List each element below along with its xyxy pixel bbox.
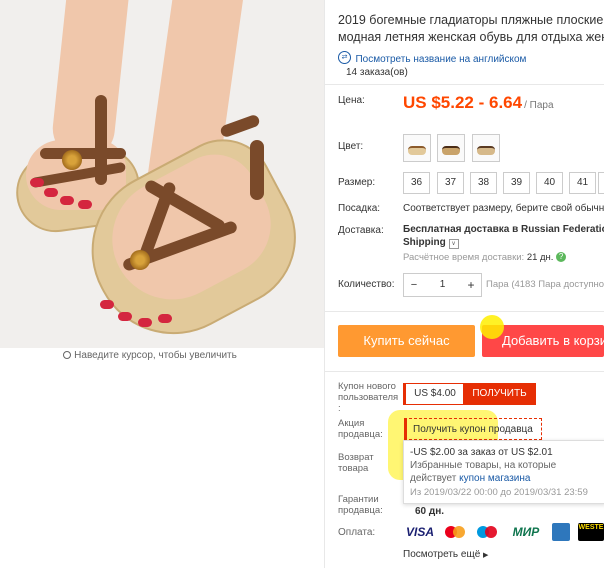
- size-option[interactable]: 37: [437, 172, 464, 194]
- coupon-scope-line: действует купон магазина: [410, 473, 530, 484]
- fit-value: Соответствует размеру, берите свой обычн…: [403, 203, 604, 214]
- delivery-time-label: Расчётное время доставки:: [403, 252, 525, 263]
- coupon-scope-text: действует: [410, 473, 460, 484]
- quantity-available: Пара (4183 Пара доступно): [486, 279, 604, 290]
- left-strap-1: [40, 148, 126, 159]
- western-union-icon: WESTE: [578, 523, 604, 541]
- quantity-stepper[interactable]: − 1 +: [403, 273, 482, 297]
- color-option-dark-brown[interactable]: [472, 134, 500, 162]
- price-label: Цена:: [338, 95, 365, 106]
- toe: [118, 312, 132, 321]
- seller-coupon-popup: -US $2.00 за заказ от US $2.01 Избранные…: [403, 440, 604, 504]
- toe: [78, 200, 92, 209]
- delivery-method[interactable]: Shipping ∨: [403, 237, 459, 249]
- toe: [60, 196, 74, 205]
- product-title-line: модная летняя женская обувь для отдыха ж…: [338, 30, 604, 44]
- column-divider: [324, 0, 325, 568]
- help-icon[interactable]: ?: [556, 252, 567, 263]
- toe: [138, 318, 152, 327]
- get-coupon-button[interactable]: ПОЛУЧИТЬ: [463, 383, 536, 405]
- dropdown-label: Получить купон продавца: [413, 424, 533, 435]
- label-line: пользователя: [338, 392, 399, 403]
- product-title-line: 2019 богемные гладиаторы пляжные плоские…: [338, 13, 604, 27]
- size-option[interactable]: 39: [503, 172, 530, 194]
- maestro-icon: [474, 523, 502, 541]
- guarantee-label: Гарантии продавца:: [338, 494, 383, 516]
- price-range: US $5.22 - 6.64/ Пара: [403, 93, 554, 113]
- size-option[interactable]: 41: [569, 172, 596, 194]
- price-unit: / Пара: [524, 100, 554, 111]
- label-line: :: [338, 403, 341, 414]
- seller-promo-label: Акция продавца:: [338, 418, 383, 440]
- product-image[interactable]: [0, 0, 324, 348]
- see-more-payment-link[interactable]: Посмотреть ещё ▶: [403, 549, 488, 560]
- toe: [44, 188, 58, 197]
- new-user-coupon-label: Купон нового пользователя :: [338, 381, 398, 414]
- chevron-down-icon[interactable]: ∨: [448, 239, 459, 249]
- shipping-method-text: Shipping: [403, 237, 446, 248]
- mastercard-icon: [442, 523, 470, 541]
- caret-right-icon: ▶: [483, 552, 489, 559]
- label-line: Возврат: [338, 452, 374, 463]
- label-line: продавца:: [338, 429, 383, 440]
- translate-title-link[interactable]: ⇄ Посмотреть название на английском: [338, 49, 526, 67]
- label-line: Гарантии: [338, 494, 379, 505]
- label-line: товара: [338, 463, 369, 474]
- coupon-condition: -US $2.00 за заказ от US $2.01: [410, 447, 553, 458]
- toe: [100, 300, 114, 309]
- left-strap-3: [95, 95, 107, 185]
- store-coupon-link[interactable]: купон магазина: [459, 473, 530, 484]
- size-option[interactable]: 40: [536, 172, 563, 194]
- label-line: Купон нового: [338, 381, 396, 392]
- size-label: Размер:: [338, 177, 376, 188]
- fit-label: Посадка:: [338, 203, 381, 214]
- new-user-coupon-value: US $4.00: [403, 383, 465, 405]
- color-option-brown[interactable]: [437, 134, 465, 162]
- translate-link-text[interactable]: Посмотреть название на английском: [355, 54, 526, 65]
- delivery-info: Бесплатная доставка в Russian Federation…: [403, 224, 604, 235]
- mir-icon: МИР: [512, 525, 540, 539]
- coupon-scope: Избранные товары, на которые: [410, 460, 557, 471]
- right-heel-strap: [250, 140, 264, 200]
- left-flower-ornament: [62, 150, 82, 170]
- delivery-time: Расчётное время доставки: 21 дн. ?: [403, 252, 567, 263]
- size-option[interactable]: [598, 172, 604, 194]
- zoom-hint: Наведите курсор, чтобы увеличить: [0, 350, 300, 361]
- quantity-label: Количество:: [338, 279, 395, 290]
- right-flower-ornament: [130, 250, 150, 270]
- quantity-input[interactable]: 1: [424, 274, 461, 296]
- coupon-validity: Из 2019/03/22 00:00 до 2019/03/31 23:59: [410, 487, 588, 498]
- seller-coupon-dropdown[interactable]: Получить купон продавца ▼: [404, 418, 542, 456]
- zoom-hint-text: Наведите курсор, чтобы увеличить: [74, 350, 237, 361]
- quantity-increase-button[interactable]: +: [461, 274, 481, 296]
- size-option[interactable]: 38: [470, 172, 497, 194]
- returns-label: Возврат товара: [338, 452, 374, 474]
- delivery-time-value: 21 дн.: [526, 252, 554, 263]
- color-option-beige[interactable]: [403, 134, 431, 162]
- order-count: 14 заказа(ов): [346, 67, 408, 78]
- divider: [325, 371, 604, 372]
- size-option[interactable]: 36: [403, 172, 430, 194]
- delivery-label: Доставка:: [338, 225, 384, 236]
- annotation-highlight: [480, 315, 504, 339]
- toe: [30, 178, 44, 187]
- divider: [325, 311, 604, 312]
- guarantee-value: 60 дн.: [415, 506, 445, 517]
- see-more-text[interactable]: Посмотреть ещё: [403, 549, 480, 560]
- product-title: 2019 богемные гладиаторы пляжные плоские…: [338, 12, 604, 46]
- color-label: Цвет:: [338, 141, 364, 152]
- payment-label: Оплата:: [338, 527, 376, 538]
- buy-now-button[interactable]: Купить сейчас: [338, 325, 475, 357]
- quantity-decrease-button[interactable]: −: [404, 274, 424, 296]
- left-leg: [49, 0, 133, 163]
- visa-icon: VISA: [405, 525, 434, 539]
- toe: [158, 314, 172, 323]
- amex-icon: [552, 523, 570, 541]
- translate-icon: ⇄: [338, 51, 351, 65]
- label-line: продавца:: [338, 505, 383, 516]
- divider: [325, 84, 604, 85]
- magnifier-icon: [63, 351, 72, 360]
- price-value: US $5.22 - 6.64: [403, 93, 523, 112]
- label-line: Акция: [338, 418, 365, 429]
